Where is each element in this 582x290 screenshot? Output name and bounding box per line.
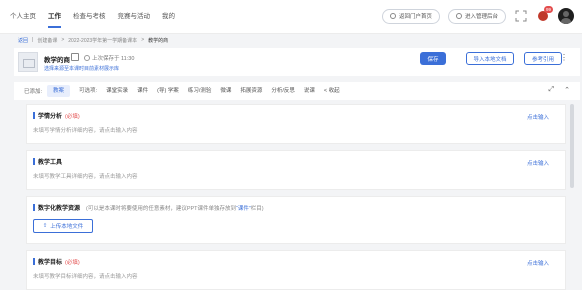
click-input-link[interactable]: 点击输入 xyxy=(527,113,549,121)
portal-home-label: 返回门户首页 xyxy=(398,14,432,20)
optional-label: 可选项: xyxy=(79,88,98,94)
tab-exercise[interactable]: 练习/测验 xyxy=(188,82,212,100)
notification-bell-icon[interactable]: 99 xyxy=(536,6,553,23)
breadcrumb-separator: > xyxy=(61,37,65,43)
tab-lesson-plan[interactable]: 教案 xyxy=(47,85,71,97)
section-digital-resources: 数字化教学资源 (可以是本课时将要使用的任意素材，建议PPT课件单独存放到“课件”… xyxy=(26,196,566,244)
section-placeholder[interactable]: 未填写教学工具详细内容，请点击输入内容 xyxy=(33,172,138,180)
chevron-up-icon[interactable]: ⌃ xyxy=(564,86,570,94)
hint-highlight: “课件” xyxy=(236,205,251,212)
lesson-title: 教学的商 xyxy=(44,57,70,64)
tab-extended-resources[interactable]: 拓展资源 xyxy=(240,82,262,100)
fullscreen-icon[interactable] xyxy=(514,9,528,23)
page-scrollbar[interactable] xyxy=(570,104,574,188)
save-status: 上次保存于 11:30 xyxy=(84,54,134,62)
tabbar-controls: ⤢ ⌃ xyxy=(549,86,570,94)
tab-classroom-record[interactable]: 课堂实录 xyxy=(106,82,128,100)
section-hint: (可以是本课时将要使用的任意素材，建议PPT课件单独存放到“课件”栏目) xyxy=(86,204,264,212)
section-teaching-objectives: 教学目标 (必填) 未填写教学目标详细内容，请点击输入内容 点击输入 xyxy=(26,250,566,290)
nav-inspection[interactable]: 检查与考核 xyxy=(73,0,106,34)
breadcrumb-book[interactable]: 2022-2023学年第一学期备课本 xyxy=(68,37,137,44)
tab-reflection[interactable]: 分析/反思 xyxy=(271,82,295,100)
upload-label: 上传本地文件 xyxy=(50,224,84,230)
section-title: 学情分析 (必填) xyxy=(33,111,80,120)
click-input-link[interactable]: 点击输入 xyxy=(527,259,549,267)
check-circle-icon xyxy=(84,55,90,61)
section-placeholder[interactable]: 未填写学情分析详细内容，请点击输入内容 xyxy=(33,126,138,134)
nav-work[interactable]: 工作 xyxy=(48,0,61,34)
section-title: 数字化教学资源 (可以是本课时将要使用的任意素材，建议PPT课件单独存放到“课件”… xyxy=(33,203,264,212)
breadcrumb: 返回 | 创建备课 > 2022-2023学年第一学期备课本 > 教学的商 xyxy=(18,36,168,44)
lesson-header: 教学的商 上次保存于 11:30 选择来源至本课时目前素材展示库 保存 导入本地… xyxy=(14,48,580,76)
upload-icon: ⇪ xyxy=(42,223,48,229)
upload-local-file-button[interactable]: ⇪ 上传本地文件 xyxy=(33,219,93,233)
tab-micro-lesson[interactable]: 微课 xyxy=(220,82,231,100)
resource-tabbar: 已添加: 教案 可选项: 课堂实录 课件 (导) 学案 练习/测验 微课 拓展资… xyxy=(14,82,580,100)
save-status-text: 上次保存于 11:30 xyxy=(92,56,135,62)
section-title-text: 数字化教学资源 xyxy=(38,206,81,212)
admin-console-label: 进入管理后台 xyxy=(464,14,498,20)
nav-competition[interactable]: 竞赛与活动 xyxy=(118,0,151,34)
admin-icon xyxy=(455,13,462,19)
notification-badge: 99 xyxy=(543,6,553,13)
source-link[interactable]: 选择来源至本课时目前素材展示库 xyxy=(44,65,119,72)
top-right-actions: 返回门户首页 进入管理后台 99 xyxy=(381,6,574,24)
breadcrumb-back[interactable]: 返回 xyxy=(18,37,28,44)
reference-button[interactable]: 参考引用 xyxy=(524,52,562,65)
breadcrumb-current: 教学的商 xyxy=(148,37,169,44)
section-title-text: 学情分析 xyxy=(38,114,63,120)
lesson-thumbnail xyxy=(18,52,38,72)
hint-text: (可以是本课时将要使用的任意素材，建议PPT课件单独存放到 xyxy=(86,205,237,212)
section-placeholder[interactable]: 未填写教学目标详细内容，请点击输入内容 xyxy=(33,272,138,280)
tab-study-guide[interactable]: (导) 学案 xyxy=(157,82,179,100)
expand-icon[interactable]: ⤢ xyxy=(549,86,555,94)
added-label: 已添加: xyxy=(24,89,43,95)
portal-home-button[interactable]: 返回门户首页 xyxy=(381,8,440,24)
more-vertical-icon[interactable]: ⋮ xyxy=(560,53,568,62)
tab-lecture[interactable]: 说课 xyxy=(304,82,315,100)
edit-icon[interactable] xyxy=(71,53,79,61)
required-tag: (必填) xyxy=(65,113,80,120)
nav-mine[interactable]: 我的 xyxy=(162,0,175,34)
section-title: 教学目标 (必填) xyxy=(33,257,80,266)
section-title-text: 教学目标 xyxy=(38,260,63,266)
section-title: 教学工具 xyxy=(33,157,62,166)
required-tag: (必填) xyxy=(65,259,80,266)
breadcrumb-separator: | xyxy=(32,37,34,43)
tab-courseware[interactable]: 课件 xyxy=(137,82,148,100)
click-input-link[interactable]: 点击输入 xyxy=(527,159,549,167)
save-button[interactable]: 保存 xyxy=(420,52,446,65)
top-navigation: 个人主页 工作 检查与考核 竞赛与活动 我的 返回门户首页 进入管理后台 99 xyxy=(0,0,582,34)
nav-home[interactable]: 个人主页 xyxy=(10,0,36,34)
breadcrumb-create[interactable]: 创建备课 xyxy=(37,37,57,44)
user-avatar[interactable] xyxy=(558,8,574,24)
section-title-text: 教学工具 xyxy=(38,160,63,166)
home-icon xyxy=(389,13,396,19)
import-local-doc-button[interactable]: 导入本地文档 xyxy=(466,52,514,65)
breadcrumb-separator: > xyxy=(141,37,145,43)
section-learning-analysis: 学情分析 (必填) 未填写学情分析详细内容，请点击输入内容 点击输入 xyxy=(26,104,566,144)
admin-console-button[interactable]: 进入管理后台 xyxy=(447,8,506,24)
section-teaching-tools: 教学工具 未填写教学工具详细内容，请点击输入内容 点击输入 xyxy=(26,150,566,190)
hint-text-end: 栏目) xyxy=(250,205,264,212)
collapse-button[interactable]: < 收起 xyxy=(324,82,340,100)
